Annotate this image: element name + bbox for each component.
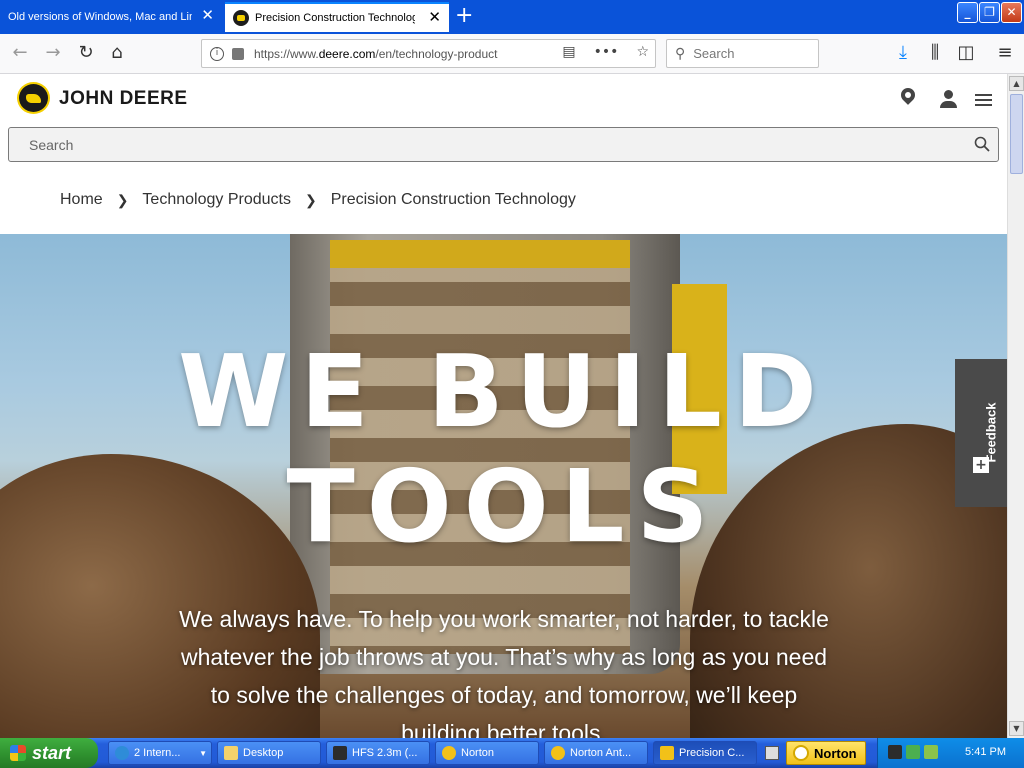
taskbar-internet-explorer-group[interactable]: 2 Intern... ▼	[108, 741, 212, 765]
browser-search-input[interactable]: ⚲ Search	[666, 39, 819, 68]
search-icon: ⚲	[675, 45, 686, 61]
norton-toolbar-button[interactable]: Norton	[786, 741, 866, 765]
close-icon[interactable]: ✕	[201, 8, 214, 24]
site-search-input[interactable]: Search	[8, 127, 999, 162]
plus-icon: +	[973, 457, 989, 473]
web-page: JOHN DEERE Search Home ❯ Technology Prod…	[0, 74, 1007, 738]
close-icon[interactable]: ✕	[428, 10, 441, 26]
site-menu-icon[interactable]	[975, 94, 992, 106]
system-tray: 5:41 PM	[877, 738, 1024, 768]
breadcrumb-home[interactable]: Home	[60, 191, 103, 209]
john-deere-favicon-icon	[233, 10, 249, 26]
breadcrumb: Home ❯ Technology Products ❯ Precision C…	[60, 191, 576, 209]
tab-old-versions[interactable]: Old versions of Windows, Mac and Lin ✕	[0, 2, 222, 32]
restore-button[interactable]: ❐	[979, 2, 1000, 23]
hfs-icon	[333, 746, 347, 760]
breadcrumb-current-page: Precision Construction Technology	[330, 191, 576, 208]
hero-banner: WE BUILD TOOLS We always have. To help yo…	[0, 234, 1007, 738]
tab-title: Precision Construction Technology	[255, 12, 415, 24]
feedback-tab[interactable]: Feedback +	[955, 359, 1007, 507]
hamburger-menu-icon[interactable]: ≡	[994, 42, 1016, 64]
hero-body-text: We always have. To help you work smarter…	[179, 606, 829, 738]
home-icon[interactable]: ⌂	[106, 42, 128, 64]
dropdown-arrow-icon: ▼	[199, 748, 207, 758]
start-button[interactable]: start	[0, 738, 98, 768]
taskbar-label: Norton Ant...	[570, 747, 632, 759]
hero-headline: WE BUILD TOOLS	[0, 334, 1007, 564]
security-tray-icon[interactable]	[924, 745, 938, 759]
user-account-icon[interactable]	[939, 88, 959, 110]
windows-taskbar: start 2 Intern... ▼ Desktop HFS 2.3m (..…	[0, 738, 1024, 768]
ie-globe-icon	[115, 746, 129, 760]
back-arrow-icon[interactable]: ←	[9, 42, 31, 64]
site-search-placeholder: Search	[29, 136, 74, 153]
taskbar-hfs[interactable]: HFS 2.3m (...	[326, 741, 430, 765]
browser-tab-bar: Old versions of Windows, Mac and Lin ✕ P…	[0, 0, 1024, 34]
scrollbar-thumb[interactable]	[1010, 94, 1023, 174]
search-icon[interactable]	[974, 136, 990, 152]
library-icon[interactable]: ⫼	[924, 42, 946, 64]
hero-line-2: TOOLS	[286, 448, 721, 565]
scroll-down-arrow-icon[interactable]: ▼	[1009, 721, 1024, 736]
browser-toolbar: ← → ↻ ⌂ i https://www.deere.com/en/techn…	[0, 34, 1024, 74]
norton-label: Norton	[814, 745, 857, 761]
bookmark-star-icon[interactable]: ☆	[636, 44, 649, 60]
taskbar-norton-antivirus[interactable]: Norton Ant...	[544, 741, 648, 765]
download-icon[interactable]: ⤓	[892, 42, 914, 64]
taskbar-norton[interactable]: Norton	[435, 741, 539, 765]
tab-precision-construction[interactable]: Precision Construction Technology ✕	[225, 2, 449, 32]
page-scrollbar[interactable]: ▲ ▼	[1007, 74, 1024, 738]
firefox-icon	[660, 746, 674, 760]
bucket-rim-image	[330, 240, 630, 268]
reader-view-icon[interactable]: ▤	[562, 44, 575, 60]
breadcrumb-technology-products[interactable]: Technology Products	[142, 191, 291, 209]
network-tray-icon[interactable]	[906, 745, 920, 759]
taskbar-label: Precision C...	[679, 747, 745, 759]
new-tab-plus-icon[interactable]: +	[455, 4, 473, 28]
location-pin-icon[interactable]	[899, 88, 919, 110]
taskbar-precision-construction[interactable]: Precision C...	[653, 741, 757, 765]
hfs-tray-icon[interactable]	[888, 745, 902, 759]
tab-title: Old versions of Windows, Mac and Lin	[8, 11, 192, 23]
clock[interactable]: 5:41 PM	[965, 746, 1006, 758]
john-deere-logo-icon[interactable]	[17, 82, 50, 114]
taskbar-label: Desktop	[243, 747, 284, 759]
url-text[interactable]: https://www.deere.com/en/technology-prod…	[254, 47, 526, 61]
norton-check-icon	[793, 745, 809, 761]
site-header: JOHN DEERE	[0, 74, 1007, 124]
window-controls: _ ❐ ✕	[957, 2, 1022, 23]
search-placeholder: Search	[693, 46, 735, 61]
norton-icon	[551, 746, 565, 760]
folder-icon	[224, 746, 238, 760]
sidebar-icon[interactable]: ◫	[955, 42, 977, 64]
lock-icon[interactable]	[232, 47, 244, 60]
url-path: /en/technology-product	[375, 46, 498, 61]
url-domain: deere.com	[318, 46, 376, 61]
brand-name[interactable]: JOHN DEERE	[59, 88, 188, 110]
url-prefix: https://www.	[254, 46, 319, 61]
forward-arrow-icon[interactable]: →	[42, 42, 64, 64]
reload-icon[interactable]: ↻	[75, 42, 97, 64]
taskbar-desktop[interactable]: Desktop	[217, 741, 321, 765]
page-actions-icon[interactable]: •••	[594, 44, 619, 60]
start-label: start	[32, 742, 72, 763]
hero-line-1: WE BUILD	[178, 333, 829, 450]
info-icon[interactable]: i	[210, 46, 224, 61]
scroll-up-arrow-icon[interactable]: ▲	[1009, 76, 1024, 91]
taskbar-label: 2 Intern...	[134, 747, 181, 759]
keyboard-icon[interactable]	[765, 746, 779, 760]
chevron-right-icon: ❯	[304, 191, 317, 208]
windows-flag-icon	[10, 745, 26, 761]
taskbar-label: Norton	[461, 747, 495, 759]
norton-icon	[442, 746, 456, 760]
close-window-button[interactable]: ✕	[1001, 2, 1022, 23]
minimize-button[interactable]: _	[957, 2, 978, 23]
taskbar-label: HFS 2.3m (...	[352, 747, 418, 759]
chevron-right-icon: ❯	[116, 191, 129, 208]
feedback-label: Feedback	[983, 402, 999, 463]
url-bar[interactable]: i https://www.deere.com/en/technology-pr…	[201, 39, 656, 68]
